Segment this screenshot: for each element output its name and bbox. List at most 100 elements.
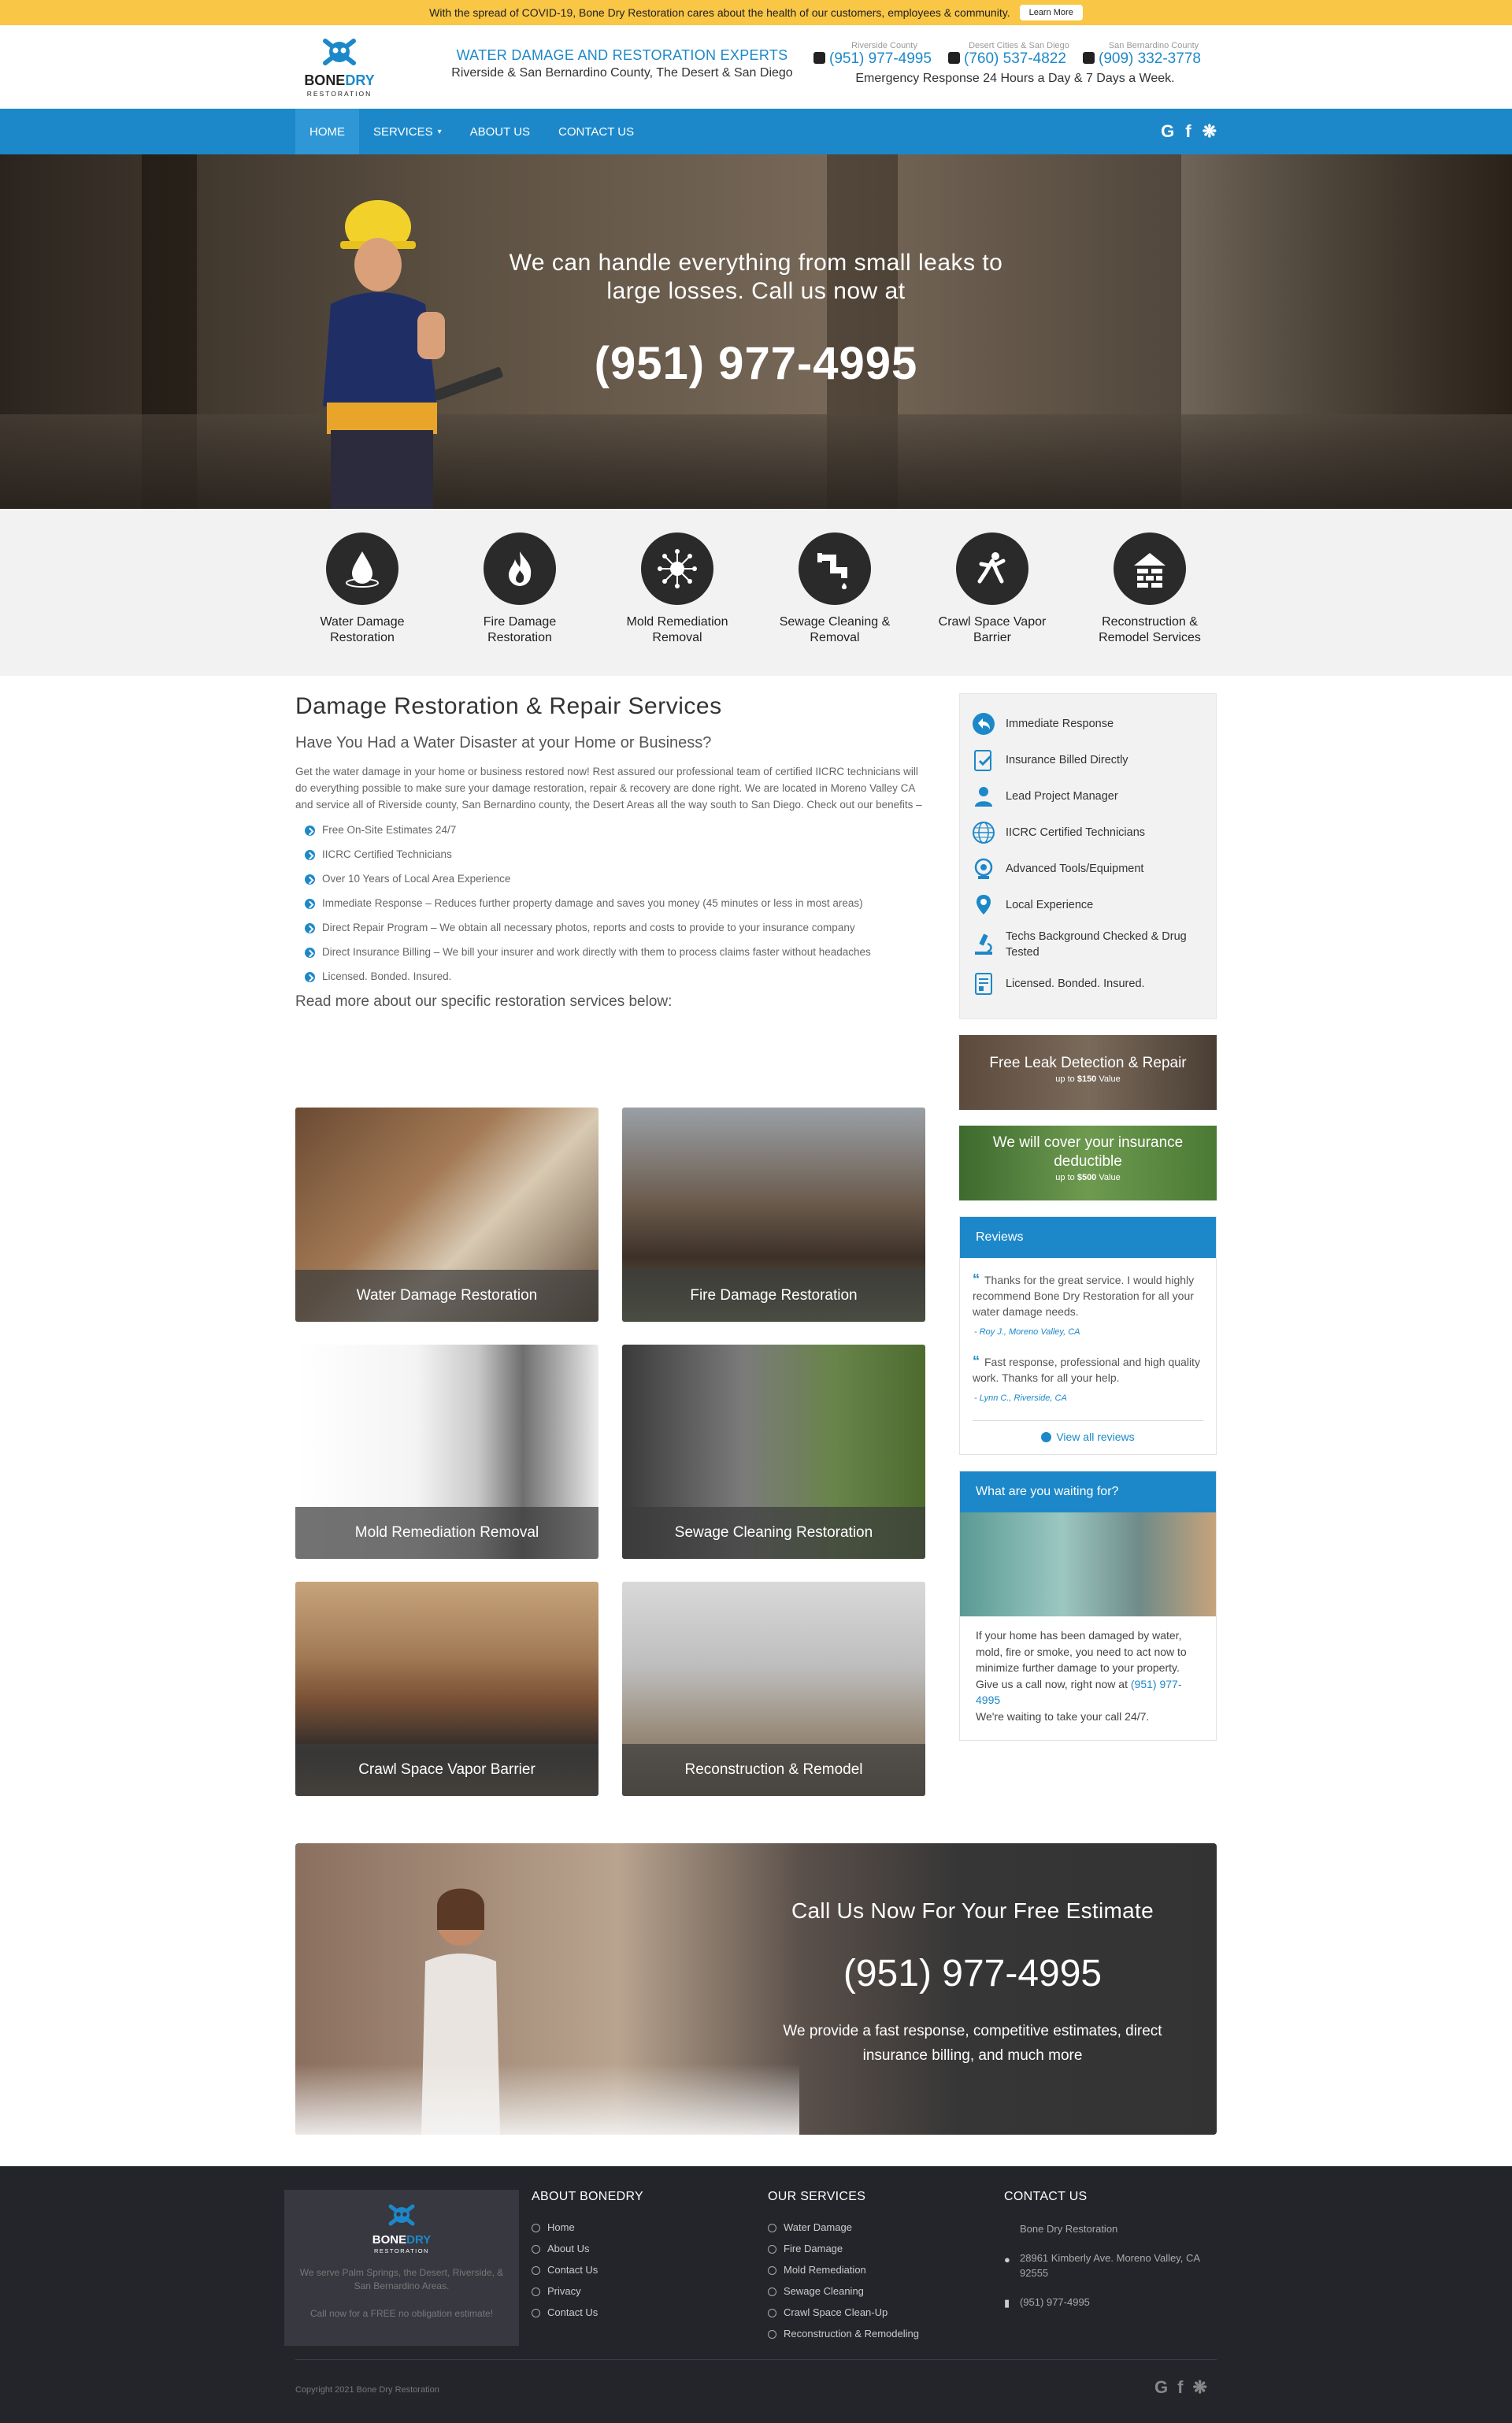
pipe-icon [817,553,847,589]
phone-sanbernardino: San Bernardino County (909) 332-3778 [1083,41,1217,68]
hero-phone[interactable]: (951) 977-4995 [488,337,1024,390]
facebook-icon[interactable]: f [1177,2377,1183,2398]
footer-phone[interactable]: ▮ (951) 977-4995 [1004,2295,1217,2310]
reviews-panel: Reviews “Thanks for the great service. I… [959,1216,1217,1455]
mold-icon [658,549,697,588]
phone-riverside: Riverside County (951) 977-4995 [813,41,947,68]
arrow-circle-icon [1041,1432,1052,1442]
facebook-icon[interactable]: f [1185,121,1191,142]
quote-icon: “ [973,1271,980,1287]
site-header: BONEDRY RESTORATION WATER DAMAGE AND RES… [295,25,1217,109]
phone-icon: ▮ [1004,2297,1010,2309]
phone-icon [813,52,825,64]
chevron-down-icon: ▾ [437,127,442,136]
waiting-title: What are you waiting for? [960,1471,1216,1512]
feature-item: Local Experience [971,892,1205,918]
service-sewage[interactable]: Sewage Cleaning & Removal [768,532,902,646]
phone-link[interactable]: (951) 977-4995 [813,50,932,67]
emergency-notice: Emergency Response 24 Hours a Day & 7 Da… [855,72,1175,85]
phone-icon [948,52,960,64]
footer-link[interactable]: Privacy [532,2285,643,2297]
nav-home[interactable]: Home [295,109,359,154]
arrow-circle-icon [305,972,315,982]
reviews-title: Reviews [960,1217,1216,1258]
footer-logo[interactable]: BONEDRY RESTORATION [362,2201,441,2258]
arrow-circle-icon [305,850,315,860]
page-subtitle: Have You Had a Water Disaster at your Ho… [295,734,712,751]
nav-about[interactable]: About Us [456,109,544,154]
site-footer: BONEDRY RESTORATION We serve Palm Spring… [0,2166,1512,2423]
review-item: “Fast response, professional and high qu… [973,1353,1200,1403]
footer-link[interactable]: About Us [532,2243,643,2254]
nav-contact[interactable]: Contact Us [544,109,648,154]
footer-social: G f ❋ [1154,2377,1207,2398]
arrow-circle-icon [305,923,315,933]
cta-title: Call Us Now For Your Free Estimate [791,1898,1154,1923]
tile-fire-damage[interactable]: Fire Damage Restoration [622,1108,925,1322]
arrow-circle-icon [305,826,315,836]
tile-sewage[interactable]: Sewage Cleaning Restoration [622,1345,925,1559]
flooded-room-image [960,1512,1216,1616]
yelp-icon[interactable]: ❋ [1203,121,1217,142]
learn-more-button[interactable]: Learn More [1019,5,1083,20]
benefit-item: Immediate Response – Reduces further pro… [295,896,925,911]
feature-item: Advanced Tools/Equipment [971,856,1205,881]
service-fire-damage[interactable]: Fire Damage Restoration [453,532,587,646]
footer-link[interactable]: Water Damage [768,2221,919,2233]
main-content: Damage Restoration & Repair Services Hav… [295,693,925,1796]
footer-link[interactable]: Contact Us [532,2306,643,2318]
footer-services: OUR SERVICES Water Damage Fire Damage Mo… [768,2190,919,2349]
service-mold[interactable]: Mold Remediation Removal [610,532,744,646]
footer-link[interactable]: Sewage Cleaning [768,2285,919,2297]
main-nav: Home Services ▾ About Us Contact Us G f ❋ [0,109,1512,154]
reply-arrow-icon [973,713,995,735]
service-crawl-space[interactable]: Crawl Space Vapor Barrier [925,532,1059,646]
site-logo[interactable]: BONEDRY RESTORATION [295,36,384,101]
tagline-title: WATER DAMAGE AND RESTORATION EXPERTS [456,47,788,63]
svg-text:BONEDRY: BONEDRY [304,72,374,88]
footer-link[interactable]: Contact Us [532,2264,643,2276]
phone-link[interactable]: (760) 537-4822 [948,50,1066,67]
google-icon[interactable]: G [1154,2377,1168,2398]
phone-link[interactable]: (909) 332-3778 [1083,50,1201,67]
yelp-icon[interactable]: ❋ [1192,2377,1206,2398]
page-title: Damage Restoration & Repair Services [295,693,722,719]
footer-link[interactable]: Reconstruction & Remodeling [768,2328,919,2340]
cta-phone[interactable]: (951) 977-4995 [752,1952,1193,1995]
tile-mold[interactable]: Mold Remediation Removal [295,1345,598,1559]
water-drop-icon [346,551,379,588]
promo-leak-detection[interactable]: Free Leak Detection & Repair up to $150 … [959,1035,1217,1110]
globe-icon [973,822,995,844]
footer-link[interactable]: Home [532,2221,643,2233]
tile-crawl-space[interactable]: Crawl Space Vapor Barrier [295,1582,598,1796]
service-water-damage[interactable]: Water Damage Restoration [295,532,429,646]
review-item: “Thanks for the great service. I would h… [973,1271,1195,1337]
footer-contact-title: CONTACT US [1004,2190,1088,2203]
quote-icon: “ [973,1353,980,1369]
google-icon[interactable]: G [1161,121,1174,142]
tile-reconstruction[interactable]: Reconstruction & Remodel [622,1582,925,1796]
worker-image [323,200,503,509]
footer-link[interactable]: Crawl Space Clean-Up [768,2306,919,2318]
footer-link[interactable]: Mold Remediation [768,2264,919,2276]
footer-logo-box: BONEDRY RESTORATION We serve Palm Spring… [284,2190,519,2346]
service-reconstruction[interactable]: Reconstruction & Remodel Services [1083,532,1217,646]
nav-services[interactable]: Services ▾ [359,109,456,154]
view-all-reviews-link[interactable]: View all reviews [973,1420,1203,1454]
benefit-item: Over 10 Years of Local Area Experience [295,871,925,887]
benefit-item: Direct Repair Program – We obtain all ne… [295,920,925,936]
header-tagline: WATER DAMAGE AND RESTORATION EXPERTS Riv… [429,47,815,80]
covid-text: With the spread of COVID-19, Bone Dry Re… [429,6,1010,19]
cta-text: Call Us Now For Your Free Estimate (951)… [752,1898,1193,2068]
tile-water-damage[interactable]: Water Damage Restoration [295,1108,598,1322]
copyright: Copyright 2021 Bone Dry Restoration [295,2385,439,2395]
footer-about-title: ABOUT BONEDRY [532,2190,644,2203]
phone-label: Riverside County [851,41,917,50]
logo-brand-2: DRY [345,72,374,88]
footer-link[interactable]: Fire Damage [768,2243,919,2254]
promo-deductible[interactable]: We will cover your insurance deductible … [959,1126,1217,1200]
phone-label: San Bernardino County [1108,41,1199,50]
intro-text: Get the water damage in your home or bus… [295,766,922,811]
fire-icon [509,551,532,586]
feature-item: IICRC Certified Technicians [971,820,1205,845]
